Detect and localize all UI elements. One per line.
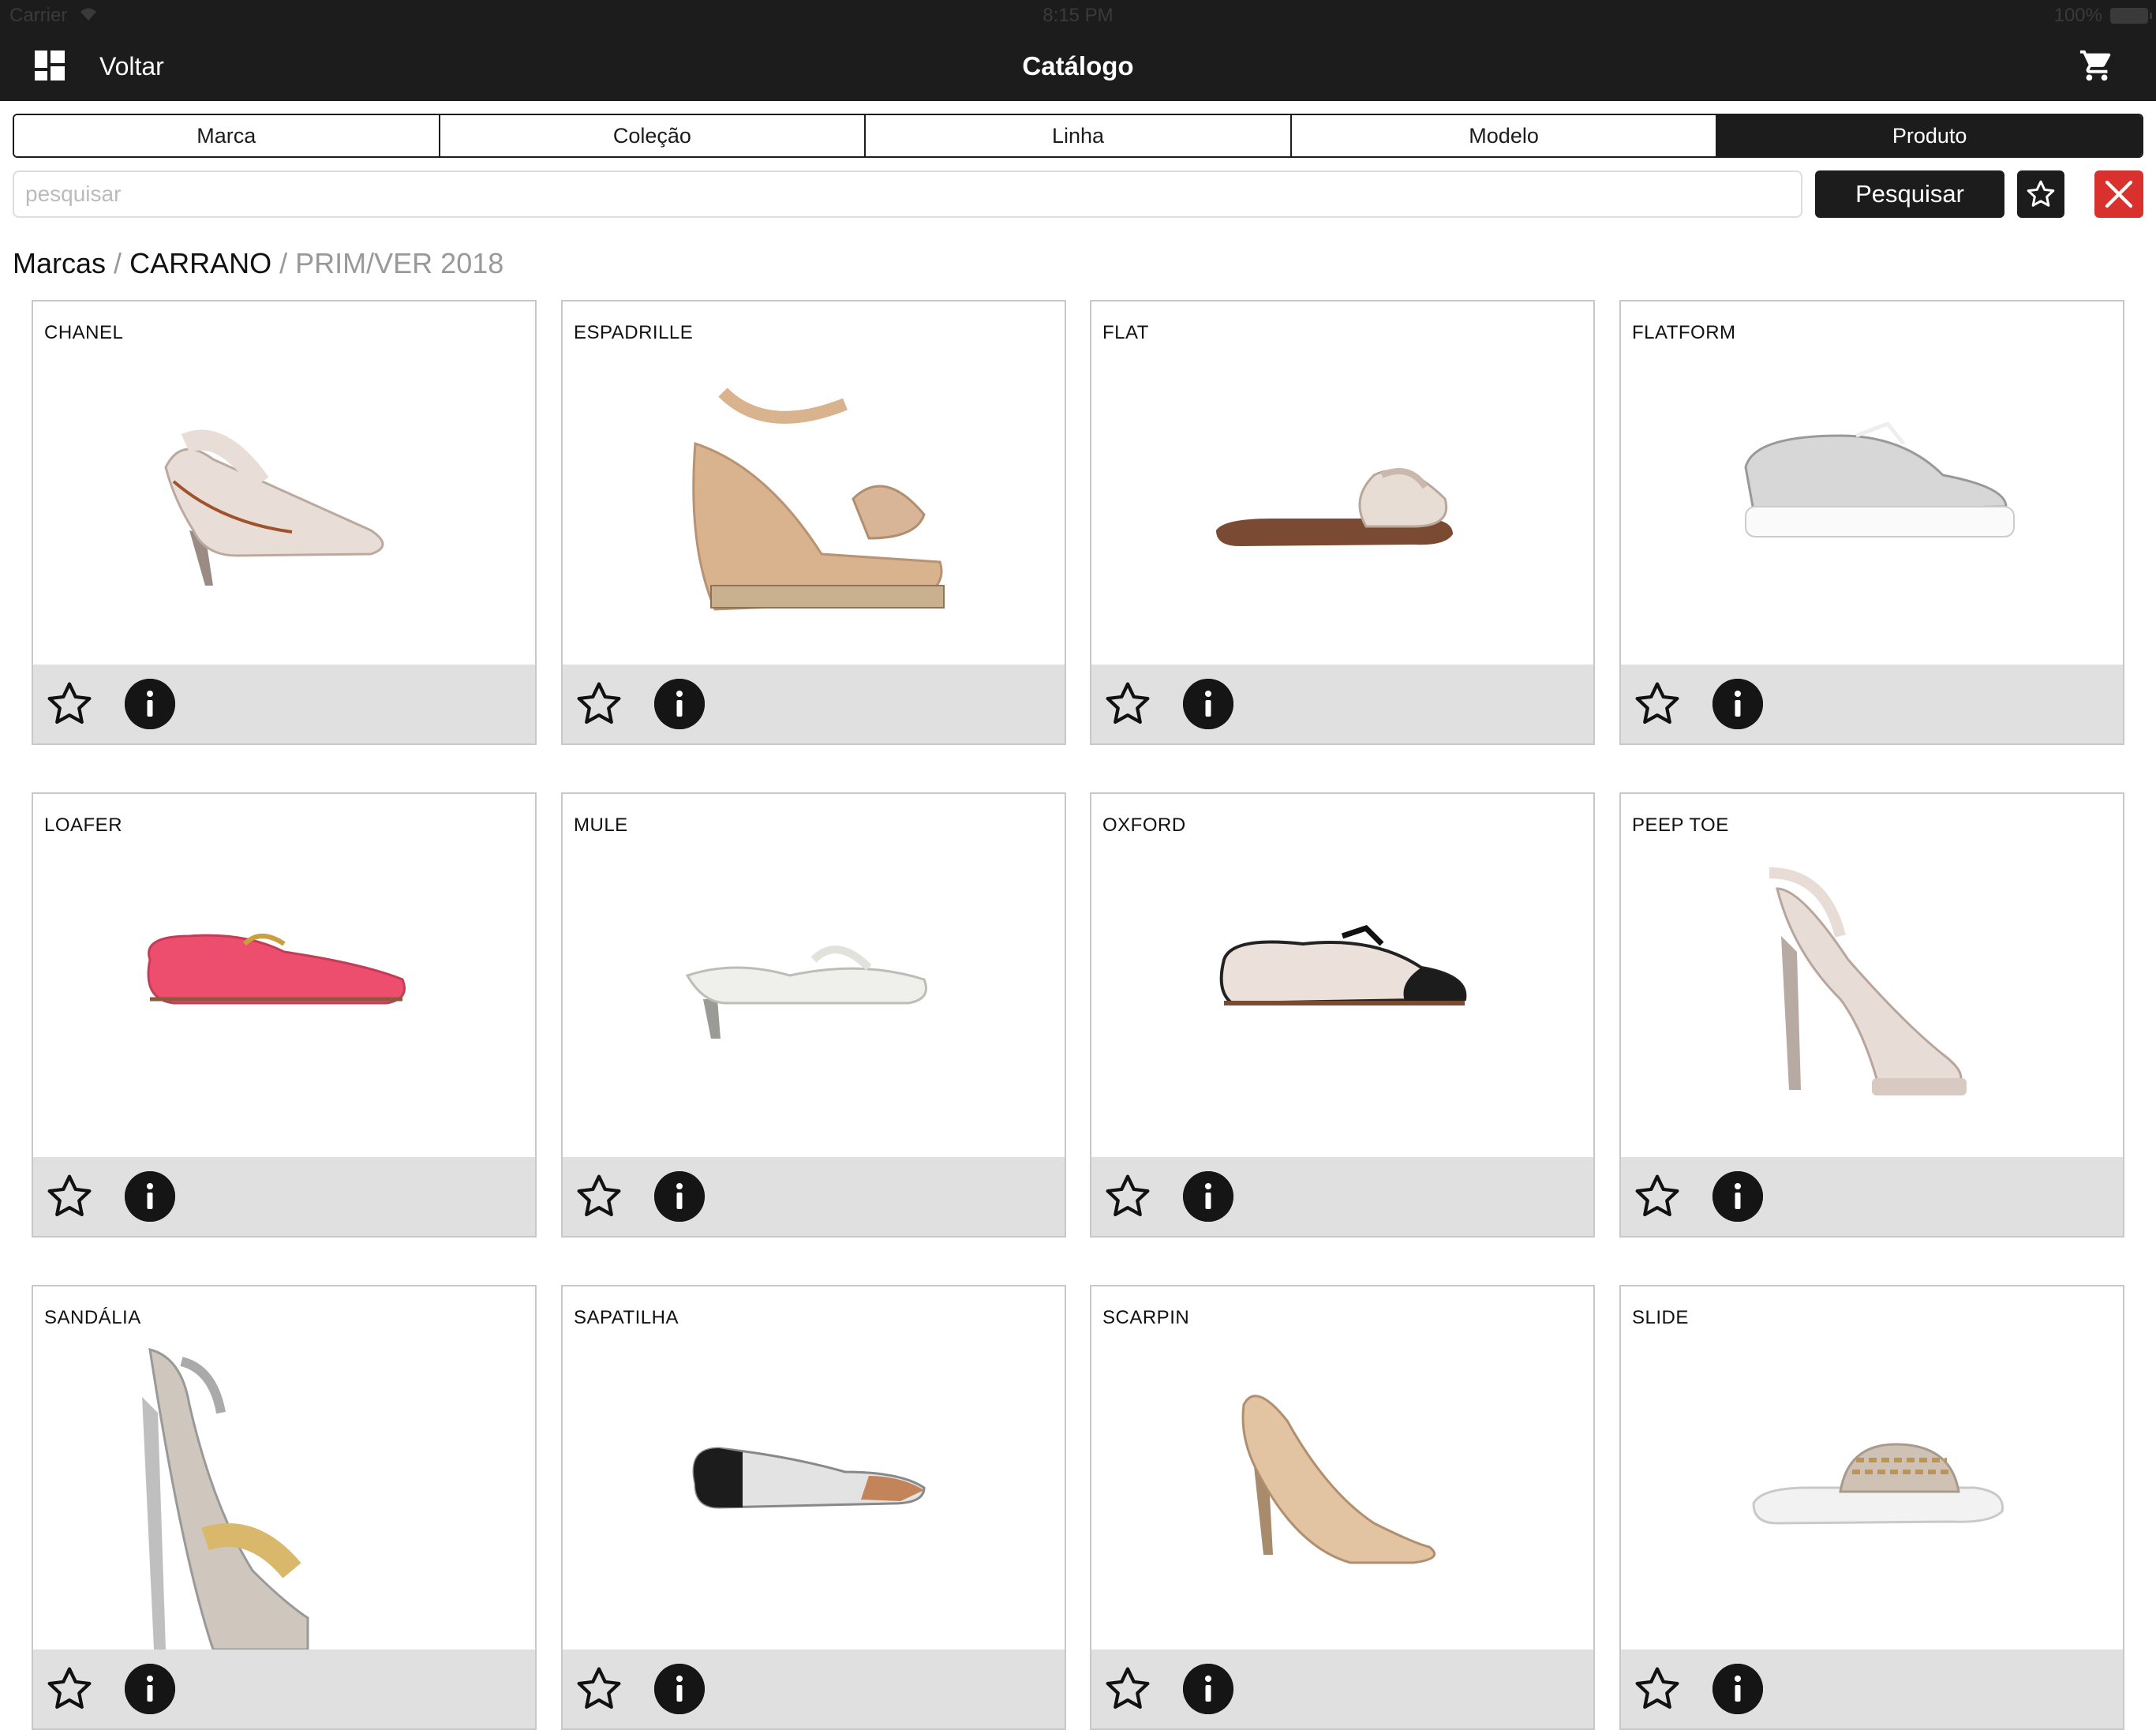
favorite-star-icon[interactable]	[574, 1664, 624, 1714]
info-icon[interactable]	[1712, 1664, 1763, 1714]
cart-icon[interactable]	[2079, 47, 2115, 84]
info-icon[interactable]	[1712, 679, 1763, 729]
info-icon[interactable]	[125, 1171, 175, 1222]
product-card-footer	[1621, 665, 2123, 743]
favorite-star-icon[interactable]	[1102, 679, 1153, 729]
favorite-star-icon[interactable]	[1632, 679, 1683, 729]
product-name: FLAT	[1102, 322, 1149, 343]
breadcrumb: Marcas / CARRANO / PRIM/VER 2018	[13, 246, 503, 281]
breadcrumb-marcas[interactable]: Marcas	[13, 247, 106, 279]
info-icon[interactable]	[654, 1171, 705, 1222]
segment-marca[interactable]: Marca	[14, 115, 440, 156]
product-image[interactable]	[1091, 349, 1593, 665]
product-image[interactable]	[33, 349, 535, 665]
favorite-star-icon[interactable]	[574, 679, 624, 729]
page-title: Catálogo	[1022, 51, 1134, 81]
search-button[interactable]: Pesquisar	[1815, 170, 2004, 218]
battery-icon	[2110, 8, 2152, 24]
favorite-star-icon[interactable]	[44, 679, 95, 729]
product-card[interactable]: ESPADRILLE	[561, 300, 1066, 745]
product-name: SCARPIN	[1102, 1307, 1190, 1328]
product-card[interactable]: MULE	[561, 792, 1066, 1238]
search-input[interactable]	[13, 170, 1802, 218]
product-card-footer	[33, 665, 535, 743]
filter-segmented-control: Marca Coleção Linha Modelo Produto	[13, 114, 2143, 158]
product-name: PEEP TOE	[1632, 814, 1729, 836]
segment-produto[interactable]: Produto	[1717, 115, 2142, 156]
product-name: OXFORD	[1102, 814, 1186, 836]
product-image[interactable]	[33, 841, 535, 1157]
product-name: MULE	[574, 814, 628, 836]
product-image[interactable]	[563, 1334, 1065, 1649]
segment-colecao[interactable]: Coleção	[440, 115, 867, 156]
product-image[interactable]	[1621, 1334, 2123, 1649]
favorite-star-icon[interactable]	[1102, 1664, 1153, 1714]
product-name: ESPADRILLE	[574, 322, 694, 343]
breadcrumb-separator: /	[279, 247, 288, 279]
favorite-star-icon[interactable]	[1632, 1664, 1683, 1714]
product-card-footer	[563, 665, 1065, 743]
breadcrumb-brand[interactable]: CARRANO	[129, 247, 271, 279]
info-icon[interactable]	[125, 679, 175, 729]
product-name: FLATFORM	[1632, 322, 1736, 343]
info-icon[interactable]	[1183, 1171, 1233, 1222]
info-icon[interactable]	[1183, 1664, 1233, 1714]
info-icon[interactable]	[654, 679, 705, 729]
product-card[interactable]: SLIDE	[1619, 1285, 2124, 1730]
status-bar: Carrier 8:15 PM 100%	[0, 0, 2156, 32]
breadcrumb-collection: PRIM/VER 2018	[295, 247, 504, 279]
navigation-bar: Carrier 8:15 PM 100% Voltar Catálogo	[0, 0, 2156, 101]
favorites-filter-button[interactable]	[2017, 170, 2064, 218]
product-card[interactable]: PEEP TOE	[1619, 792, 2124, 1238]
favorite-star-icon[interactable]	[574, 1171, 624, 1222]
product-image[interactable]	[563, 349, 1065, 665]
product-image[interactable]	[1621, 349, 2123, 665]
close-icon	[2105, 180, 2133, 208]
product-name: CHANEL	[44, 322, 124, 343]
product-card-footer	[1091, 665, 1593, 743]
product-card[interactable]: LOAFER	[32, 792, 537, 1238]
product-name: SLIDE	[1632, 1307, 1689, 1328]
product-card[interactable]: CHANEL	[32, 300, 537, 745]
product-card-footer	[33, 1157, 535, 1236]
product-image[interactable]	[1091, 841, 1593, 1157]
status-time: 8:15 PM	[1042, 5, 1114, 26]
product-card-footer	[1621, 1157, 2123, 1236]
product-card[interactable]: SCARPIN	[1090, 1285, 1595, 1730]
product-name: SAPATILHA	[574, 1307, 679, 1328]
info-icon[interactable]	[1712, 1171, 1763, 1222]
breadcrumb-separator: /	[114, 247, 122, 279]
product-card[interactable]: OXFORD	[1090, 792, 1595, 1238]
segment-linha[interactable]: Linha	[866, 115, 1292, 156]
product-card-footer	[33, 1649, 535, 1728]
info-icon[interactable]	[654, 1664, 705, 1714]
product-card-footer	[563, 1649, 1065, 1728]
status-battery-percent: 100%	[2053, 5, 2102, 26]
favorite-star-icon[interactable]	[1632, 1171, 1683, 1222]
favorite-star-icon[interactable]	[1102, 1171, 1153, 1222]
product-image[interactable]	[33, 1334, 535, 1649]
product-card[interactable]: FLAT	[1090, 300, 1595, 745]
favorite-star-icon[interactable]	[44, 1664, 95, 1714]
product-card-footer	[1621, 1649, 2123, 1728]
product-image[interactable]	[1621, 841, 2123, 1157]
product-card-footer	[563, 1157, 1065, 1236]
star-outline-icon	[2027, 180, 2055, 207]
product-image[interactable]	[563, 841, 1065, 1157]
info-icon[interactable]	[1183, 679, 1233, 729]
product-card[interactable]: FLATFORM	[1619, 300, 2124, 745]
product-card-footer	[1091, 1157, 1593, 1236]
product-name: LOAFER	[44, 814, 123, 836]
close-button[interactable]	[2094, 170, 2143, 218]
product-image[interactable]	[1091, 1334, 1593, 1649]
info-icon[interactable]	[125, 1664, 175, 1714]
product-card[interactable]: SANDÁLIA	[32, 1285, 537, 1730]
product-card[interactable]: SAPATILHA	[561, 1285, 1066, 1730]
product-name: SANDÁLIA	[44, 1307, 141, 1328]
segment-modelo[interactable]: Modelo	[1291, 115, 1718, 156]
product-card-footer	[1091, 1649, 1593, 1728]
favorite-star-icon[interactable]	[44, 1171, 95, 1222]
